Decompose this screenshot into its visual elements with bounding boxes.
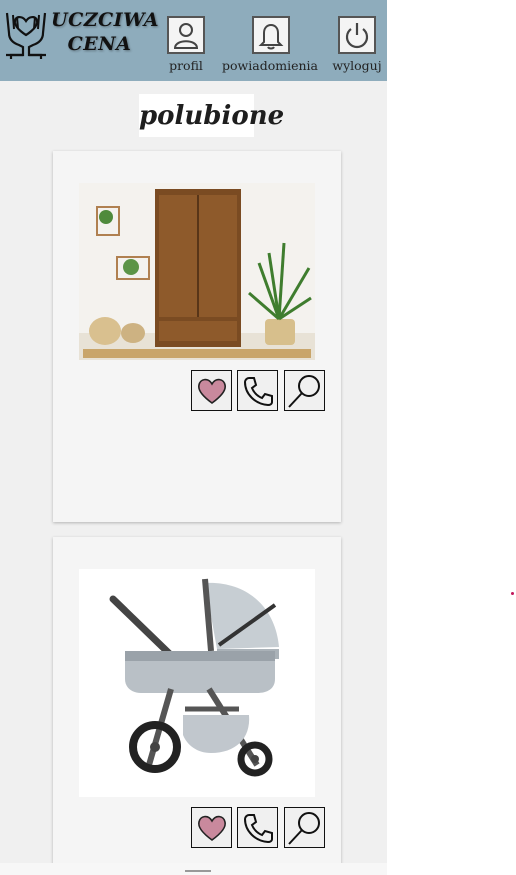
search-icon[interactable] xyxy=(284,807,325,848)
search-icon[interactable] xyxy=(284,370,325,411)
hands-heart-icon xyxy=(5,12,47,59)
nav-notifications-label[interactable]: powiadomienia xyxy=(220,58,320,73)
logo[interactable]: UCZCIWA CENA xyxy=(3,3,159,63)
heart-icon[interactable] xyxy=(191,370,232,411)
product-card[interactable] xyxy=(53,151,341,522)
card-actions xyxy=(191,807,325,848)
nav-profile[interactable]: profil xyxy=(164,16,208,73)
stray-dot xyxy=(511,592,514,595)
phone-icon[interactable] xyxy=(237,807,278,848)
phone-icon[interactable] xyxy=(237,370,278,411)
logo-line-2: CENA xyxy=(67,33,132,55)
bell-icon[interactable] xyxy=(252,16,290,54)
stroller-photo[interactable] xyxy=(79,569,315,797)
page-title: polubione xyxy=(139,94,284,137)
user-icon[interactable] xyxy=(167,16,205,54)
nav-logout[interactable]: wyloguj xyxy=(332,16,382,73)
bottom-scroll-hint xyxy=(0,863,387,875)
heart-icon[interactable] xyxy=(191,807,232,848)
logo-line-1: UCZCIWA xyxy=(51,9,159,31)
product-card[interactable] xyxy=(53,537,341,875)
card-actions xyxy=(191,370,325,411)
power-icon[interactable] xyxy=(338,16,376,54)
logo-text: UCZCIWA CENA xyxy=(51,8,159,56)
scroll-indicator xyxy=(185,870,211,872)
nav-notifications[interactable]: powiadomienia xyxy=(222,16,318,73)
nav-profile-label[interactable]: profil xyxy=(154,58,218,73)
wardrobe-photo[interactable] xyxy=(79,183,315,360)
app-frame: UCZCIWA CENA profil powiadomienia wylogu… xyxy=(0,0,387,875)
nav-logout-label[interactable]: wyloguj xyxy=(325,58,387,73)
header-bar: UCZCIWA CENA profil powiadomienia wylogu… xyxy=(0,0,387,81)
